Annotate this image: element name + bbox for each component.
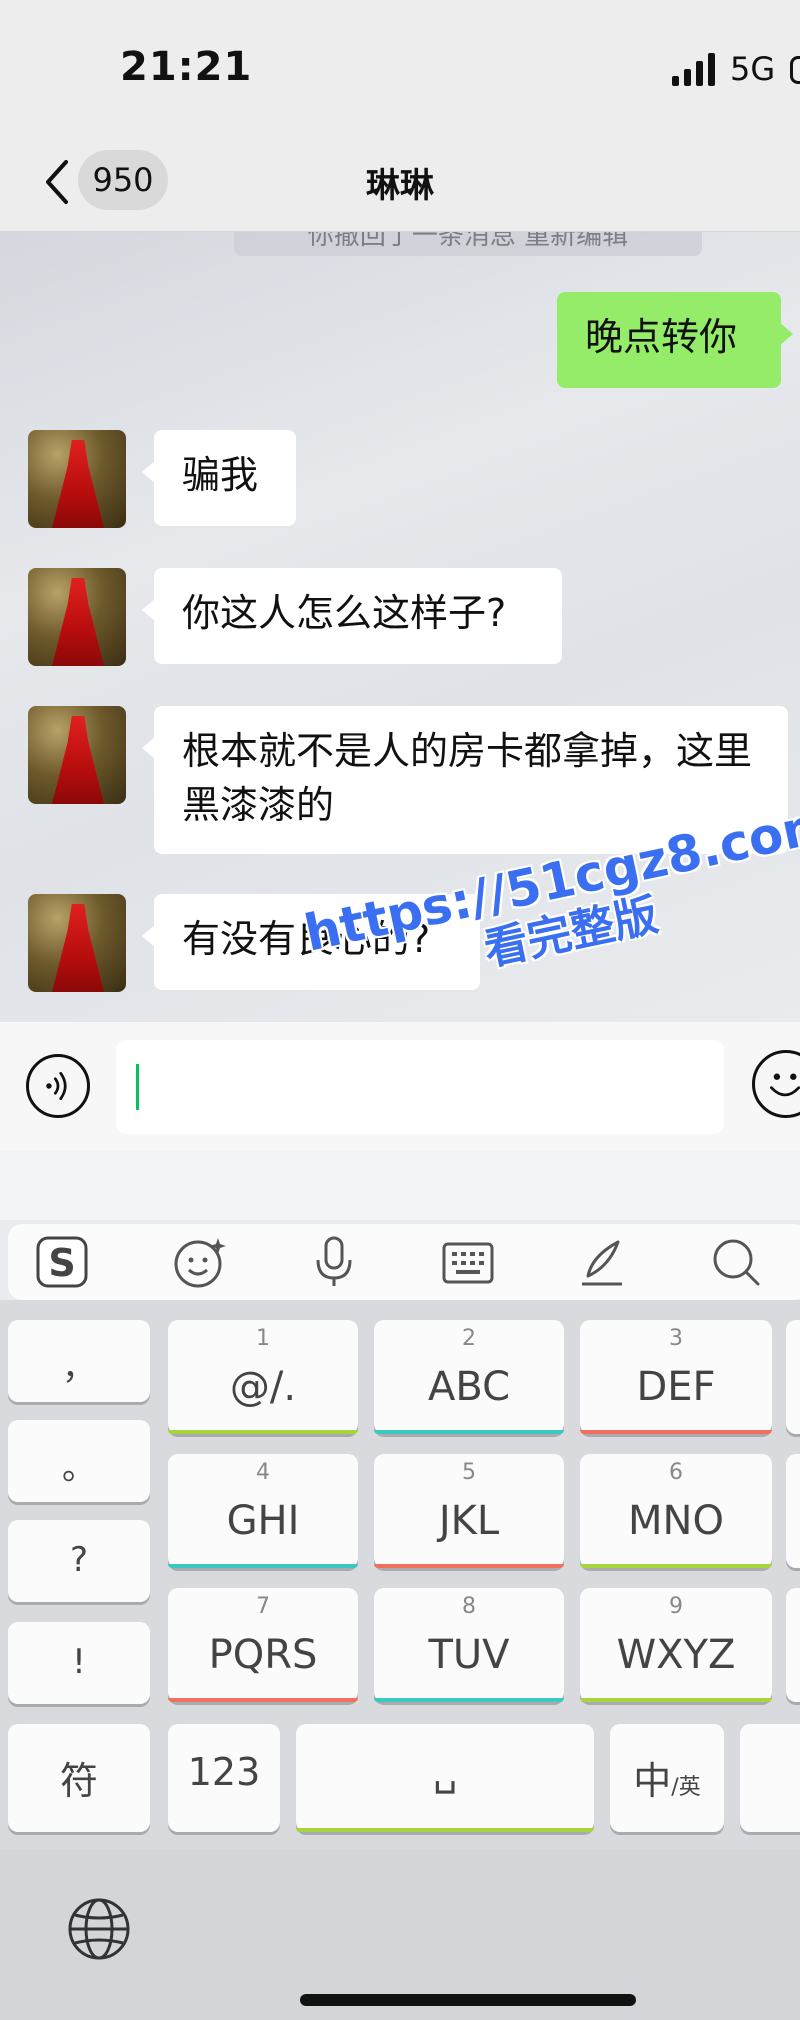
key-number: 1	[256, 1326, 270, 1351]
avatar-figure	[52, 578, 104, 666]
voice-input-icon[interactable]	[26, 1054, 90, 1118]
lang-main: 中	[633, 1759, 672, 1803]
contact-avatar[interactable]	[28, 894, 126, 992]
return-key[interactable]	[740, 1724, 800, 1832]
keyboard-layout-icon[interactable]	[440, 1234, 496, 1290]
chat-header: 950 琳琳	[0, 130, 800, 232]
key-accent	[374, 1698, 564, 1702]
handwriting-icon[interactable]	[574, 1234, 630, 1290]
key-symbol: 。	[62, 1448, 96, 1488]
key-number: 5	[462, 1460, 476, 1485]
key-accent	[374, 1564, 564, 1568]
key-letters: PQRS	[208, 1632, 318, 1678]
keyboard-bottom-strip	[0, 1850, 800, 2020]
sogou-logo-icon[interactable]: S	[34, 1234, 90, 1290]
key-number: 6	[669, 1460, 683, 1485]
t9-key-3[interactable]: 3 DEF	[580, 1320, 772, 1434]
key-symbol: ，	[62, 1348, 96, 1388]
key-label: 123	[187, 1750, 261, 1794]
message-bubble-incoming[interactable]: 骗我	[142, 430, 296, 526]
network-type: 5G	[730, 50, 776, 88]
t9-key-2[interactable]: 2 ABC	[374, 1320, 564, 1434]
status-bar: 21:21 5G	[0, 0, 800, 130]
key-accent	[580, 1564, 772, 1568]
t9-key-9[interactable]: 9 WXYZ	[580, 1588, 772, 1702]
key-letters: ABC	[427, 1364, 511, 1410]
avatar-figure	[52, 904, 104, 992]
space-key[interactable]: ␣	[296, 1724, 594, 1832]
key-number: 7	[256, 1594, 270, 1619]
key-letters: WXYZ	[616, 1632, 736, 1678]
language-toggle-key[interactable]: 中/英	[610, 1724, 724, 1832]
keyboard-toolbar: S	[8, 1224, 800, 1300]
key-accent	[168, 1430, 358, 1434]
key-number: 9	[669, 1594, 683, 1619]
key-accent	[374, 1430, 564, 1434]
avatar-figure	[52, 440, 104, 528]
battery-icon	[790, 56, 800, 84]
punct-key-comma[interactable]: ，	[8, 1320, 150, 1402]
globe-icon[interactable]	[66, 1896, 132, 1962]
key-label: 中/英	[610, 1750, 724, 1805]
t9-keyboard: ， 。 ? ! 1 @/. 2 ABC 3 DEF 4 GHI 5 JKL 6 …	[0, 1300, 800, 1850]
microphone-icon[interactable]	[306, 1234, 362, 1290]
key-label: ␣	[432, 1750, 458, 1794]
message-input-bar	[0, 1022, 800, 1150]
key-number: 2	[462, 1326, 476, 1351]
key-number: 3	[669, 1326, 683, 1351]
key-accent	[580, 1698, 772, 1702]
key-label: 符	[59, 1759, 98, 1803]
key-accent	[580, 1430, 772, 1434]
svg-text:S: S	[48, 1241, 75, 1285]
emoji-panel-icon[interactable]	[172, 1234, 228, 1290]
key-letters: TUV	[428, 1632, 510, 1678]
message-bubble-outgoing[interactable]: 晚点转你	[557, 292, 793, 388]
t9-key-7[interactable]: 7 PQRS	[168, 1588, 358, 1702]
key-letters: DEF	[636, 1364, 716, 1410]
key-accent	[168, 1698, 358, 1702]
message-input[interactable]	[116, 1040, 724, 1134]
contact-avatar[interactable]	[28, 568, 126, 666]
contact-avatar[interactable]	[28, 706, 126, 804]
key-letters: @/.	[229, 1364, 297, 1410]
signal-icon	[672, 53, 715, 86]
punct-key-question[interactable]: ?	[8, 1520, 150, 1602]
t9-key-1[interactable]: 1 @/.	[168, 1320, 358, 1434]
punct-key-period[interactable]: 。	[8, 1420, 150, 1502]
lang-sub: /英	[671, 1775, 701, 1800]
chat-title: 琳琳	[366, 166, 434, 206]
search-icon[interactable]	[708, 1234, 764, 1290]
message-bubble-incoming[interactable]: 你这人怎么这样子?	[142, 568, 562, 664]
key-accent	[168, 1564, 358, 1568]
key-symbol: !	[72, 1642, 86, 1682]
key-number: 8	[462, 1594, 476, 1619]
t9-key-5[interactable]: 5 JKL	[374, 1454, 564, 1568]
numbers-key[interactable]: 123	[168, 1724, 280, 1832]
key-letters: MNO	[628, 1498, 724, 1544]
keyboard-spacer	[0, 1150, 800, 1220]
emoji-icon[interactable]	[752, 1050, 800, 1118]
clear-key[interactable]	[786, 1454, 800, 1568]
delete-key[interactable]	[786, 1320, 800, 1434]
t9-key-4[interactable]: 4 GHI	[168, 1454, 358, 1568]
key-letters: GHI	[226, 1498, 300, 1544]
contact-avatar[interactable]	[28, 430, 126, 528]
home-indicator	[300, 1994, 636, 2006]
punct-key-exclaim[interactable]: !	[8, 1622, 150, 1704]
key-letters: JKL	[438, 1498, 500, 1544]
status-time: 21:21	[120, 44, 253, 90]
newline-key[interactable]	[786, 1588, 800, 1702]
symbols-key[interactable]: 符	[8, 1724, 150, 1832]
key-accent	[296, 1828, 594, 1832]
text-caret	[136, 1064, 139, 1110]
key-number: 4	[256, 1460, 270, 1485]
t9-key-6[interactable]: 6 MNO	[580, 1454, 772, 1568]
avatar-figure	[52, 716, 104, 804]
t9-key-8[interactable]: 8 TUV	[374, 1588, 564, 1702]
key-symbol: ?	[69, 1540, 89, 1580]
system-notice: 你撤回了一条消息 重新编辑	[234, 232, 702, 256]
